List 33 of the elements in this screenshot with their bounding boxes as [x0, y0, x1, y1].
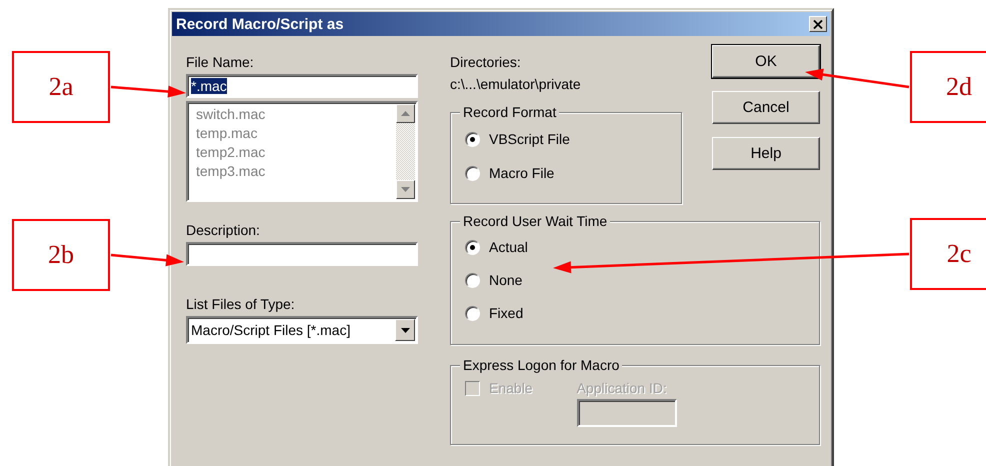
option-label: VBScript File	[489, 130, 570, 149]
option-label: Actual	[489, 238, 528, 257]
scroll-up-icon	[401, 111, 410, 116]
close-icon	[813, 20, 823, 28]
radio-button[interactable]	[465, 132, 480, 146]
file-type-dropdown[interactable]: Macro/Script Files [*.mac]	[186, 316, 418, 344]
dialog-button[interactable]: Cancel	[712, 91, 820, 124]
callout-label: 2c	[910, 218, 986, 290]
description-label: Description:	[186, 222, 261, 239]
radio-button[interactable]	[465, 306, 480, 320]
scroll-down-icon	[401, 187, 410, 192]
application-id-field[interactable]	[576, 399, 677, 427]
directories-label: Directories:	[450, 54, 521, 71]
file-type-label: List Files of Type:	[186, 296, 296, 313]
file-name-field[interactable]: *.mac	[186, 74, 418, 98]
option-label: Macro File	[489, 164, 554, 183]
dialog-button[interactable]: OK	[712, 45, 820, 78]
window-title: Record Macro/Script as	[176, 16, 344, 32]
close-button[interactable]	[809, 16, 827, 32]
radio-button[interactable]	[465, 240, 480, 254]
option-label: None	[489, 271, 522, 290]
option-label: Fixed	[489, 304, 524, 323]
radio-button[interactable]	[465, 272, 480, 288]
dropdown-arrow-icon	[400, 328, 410, 332]
directory-path: c:\...\emulator\private	[450, 76, 581, 93]
dialog-button[interactable]: Help	[712, 137, 820, 170]
callout-label: 2d	[910, 51, 986, 123]
file-name-label: File Name:	[186, 54, 255, 71]
radio-button[interactable]	[465, 166, 480, 180]
callout-label: 2a	[12, 51, 110, 123]
description-field[interactable]	[186, 242, 418, 266]
scrollbar[interactable]	[396, 104, 415, 199]
callout-label: 2b	[12, 219, 110, 291]
